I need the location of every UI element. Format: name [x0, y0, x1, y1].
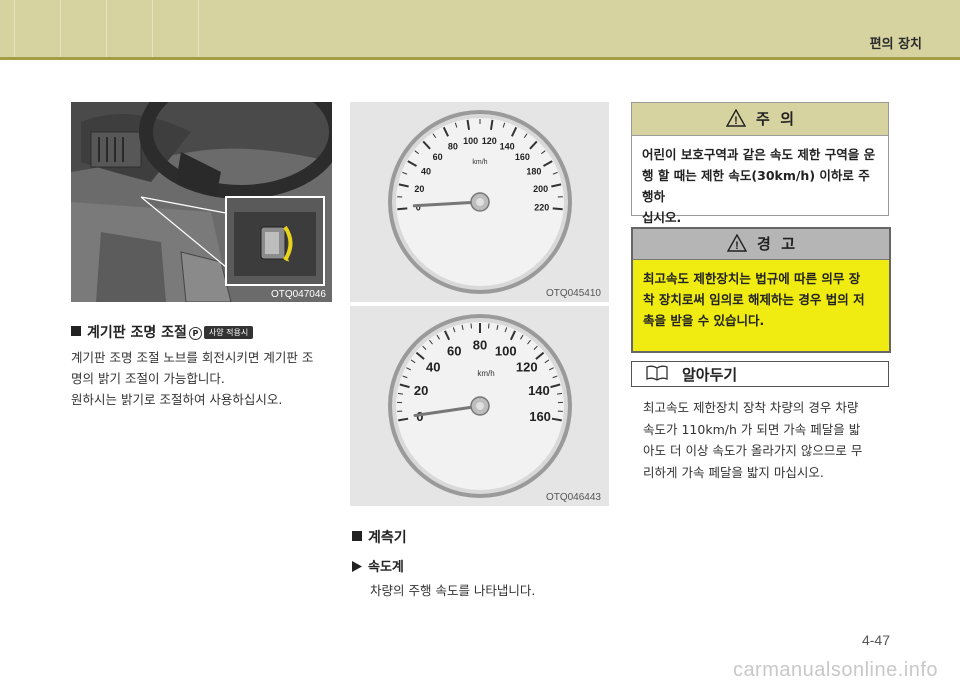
- gauge-minor-tick: [470, 323, 473, 329]
- text-line: 아도 더 이상 속도가 올라가지 않으므로 무: [643, 443, 863, 458]
- warning-header: ! 경 고: [633, 229, 889, 260]
- text-line: 착 장치로써 임의로 해제하는 경우 법의 저: [643, 292, 865, 307]
- watermark: carmanualsonline.info: [732, 659, 938, 681]
- section-heading-gauges: 계측기: [352, 527, 407, 547]
- gauge-tick-label: 60: [447, 343, 461, 358]
- gauge-hub-cap: [476, 402, 484, 410]
- warning-box: ! 경 고 최고속도 제한장치는 법규에 따른 의무 장 착 장치로써 임의로 해…: [631, 227, 891, 353]
- caution-header: ! 주 의: [632, 103, 888, 136]
- text-line: 행 할 때는 제한 속도(30km/h) 이하로 주행하: [642, 168, 870, 204]
- figure-code: OTQ046443: [545, 492, 601, 503]
- warning-triangle-icon: !: [725, 109, 746, 127]
- gauge-major-tick: [397, 207, 408, 211]
- sub-heading-speedometer: 속도계: [352, 556, 404, 575]
- speedometer-160-gauge: 0 20 40 60 80 100120 140 160 km/h: [388, 314, 572, 498]
- header-gridline: [60, 0, 61, 57]
- header-band: 편의 장치: [0, 0, 960, 60]
- svg-text:!: !: [735, 240, 739, 252]
- square-bullet-icon: [71, 326, 81, 336]
- tip-text: 최고속도 제한장치 장착 차량의 경우 차량 속도가 110km/h 가 되면 …: [643, 397, 893, 483]
- svg-text:!: !: [734, 115, 738, 127]
- gauge-tick-label: 40: [426, 359, 440, 374]
- triangle-bullet-icon: [352, 561, 362, 572]
- gauge-minor-tick: [487, 323, 490, 329]
- dashboard-illustration: [71, 102, 332, 302]
- header-gridline: [198, 0, 199, 57]
- gauge-tick-label: 180: [526, 167, 541, 177]
- speedometer-description: 차량의 주행 속도를 나타냅니다.: [370, 583, 536, 598]
- gauge-tick-label: 220: [534, 203, 549, 213]
- gauge-tick-label: 160: [529, 409, 551, 424]
- illumination-description: 계기판 조명 조절 노브를 회전시키면 계기판 조 명의 밝기 조절이 가능합니…: [71, 347, 341, 410]
- gauge-tick-label: 120: [482, 136, 497, 146]
- text-line: 촉을 받을 수 있습니다.: [643, 313, 765, 328]
- open-book-icon: [646, 365, 668, 381]
- gauge-tick-label: 60: [433, 152, 443, 162]
- header-gridline: [106, 0, 107, 57]
- gauge-unit-label: km/h: [477, 369, 494, 378]
- gauge-tick-label: 20: [414, 184, 424, 194]
- text-line: 속도가 110km/h 가 되면 가속 페달을 밟: [643, 421, 861, 437]
- caution-box: ! 주 의 어린이 보호구역과 같은 속도 제한 구역을 운 행 할 때는 제한 …: [631, 102, 889, 225]
- page-number: 4-47: [861, 632, 890, 648]
- text-line: 명의 밝기 조절이 가능합니다.: [71, 371, 225, 386]
- gauge-tick-label: 100: [463, 136, 478, 146]
- gauge-tick-label: 160: [515, 152, 530, 162]
- gauge-unit-label: km/h: [472, 159, 487, 166]
- gauge-tick-label: 100: [495, 343, 517, 358]
- page-section-title: 편의 장치: [869, 37, 922, 52]
- header-gridline: [14, 0, 15, 57]
- gauge-tick-label: 0: [416, 409, 423, 424]
- section-heading-illumination: 계기판 조명 조절 P 사양 적용시: [71, 322, 254, 342]
- gauge-major-tick: [552, 207, 563, 211]
- text-line: 어린이 보호구역과 같은 속도 제한 구역을 운: [642, 147, 876, 162]
- gauge-tick-label: 120: [516, 359, 538, 374]
- gauge-tick-label: 80: [473, 338, 487, 353]
- gauge-hub-cap: [476, 198, 484, 206]
- text-line: 최고속도 제한장치는 법규에 따른 의무 장: [643, 271, 861, 286]
- text-line: 원하시는 밝기로 조절하여 사용하십시오.: [71, 392, 283, 407]
- header-gridline: [152, 0, 153, 57]
- gauge-tick-label: 200: [533, 184, 548, 194]
- gauge-tick-label: 140: [500, 141, 515, 151]
- caution-text: 어린이 보호구역과 같은 속도 제한 구역을 운 행 할 때는 제한 속도(30…: [632, 136, 888, 236]
- text-line: 최고속도 제한장치 장착 차량의 경우 차량: [643, 400, 859, 415]
- option-badge: 사양 적용시: [203, 326, 254, 339]
- dashboard-photo: OTQ047046: [71, 102, 332, 302]
- text-line: 리하게 가속 페달을 밟지 마십시오.: [643, 464, 824, 480]
- tip-box: 알아두기: [631, 361, 889, 387]
- gauge-tick-label: 40: [421, 167, 431, 177]
- text-line: 계기판 조명 조절 노브를 회전시키면 계기판 조: [71, 350, 314, 365]
- gauge-tick-label: 80: [448, 141, 458, 151]
- figure-code: OTQ045410: [545, 288, 601, 299]
- speedometer-figure-160: 0 20 40 60 80 100 120 140 160 km/h OTQ046443: [350, 306, 609, 506]
- warning-text: 최고속도 제한장치는 법규에 따른 의무 장 착 장치로써 임의로 해제하는 경…: [633, 260, 889, 339]
- tip-title: 알아두기: [682, 366, 738, 384]
- option-marker-icon: P: [188, 327, 202, 340]
- gauge-tick-label: 20: [414, 383, 428, 398]
- gauge-tick-label: 140: [528, 383, 550, 398]
- figure-code: OTQ047046: [270, 289, 326, 300]
- speedometer-220-gauge: 020406080100 120140160180200220km/h: [388, 110, 572, 294]
- warning-triangle-icon: !: [726, 234, 747, 252]
- text-line: 십시오.: [642, 210, 682, 225]
- square-bullet-icon: [352, 531, 362, 541]
- speedometer-figure-220: 0 20 40 60 80 100 120 140 160 180 200 220 km/h OTQ04…: [350, 102, 609, 302]
